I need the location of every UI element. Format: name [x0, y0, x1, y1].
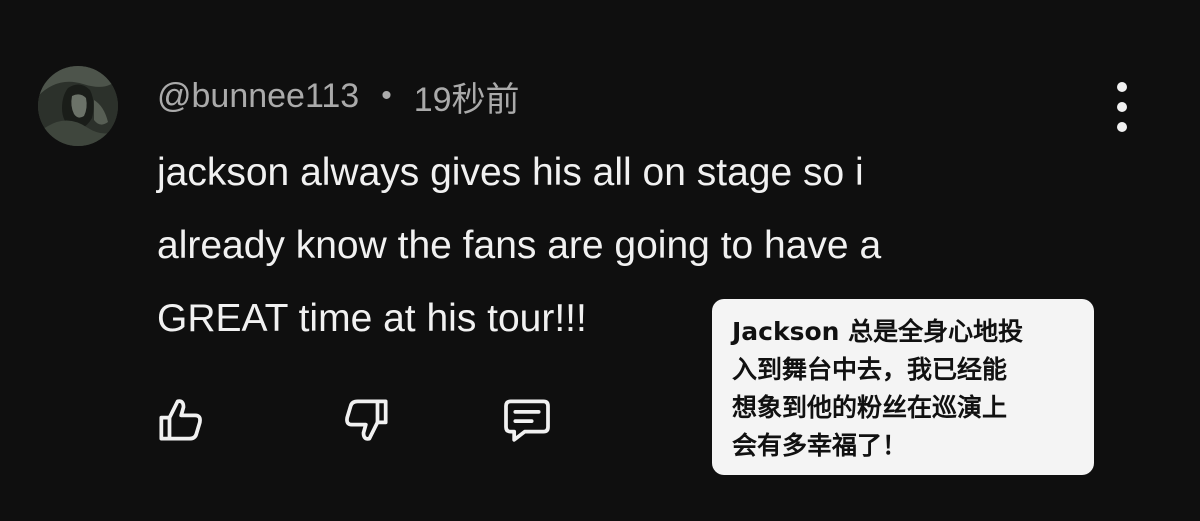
translation-line: Jackson 总是全身心地投 — [732, 317, 1024, 346]
thumbs-up-icon — [159, 399, 202, 441]
comment-reply-icon — [504, 399, 550, 442]
comment-meta: @bunnee113 • 19秒前 — [157, 72, 520, 120]
more-vertical-icon-dot-bottom — [1117, 122, 1127, 132]
comment-author[interactable]: @bunnee113 — [157, 77, 359, 116]
meta-separator: • — [381, 79, 392, 112]
more-vertical-icon-dot-top — [1117, 82, 1127, 92]
more-vertical-icon-dot-middle — [1117, 102, 1127, 112]
translation-line: 想象到他的粉丝在巡演上 — [732, 393, 1008, 422]
like-button[interactable] — [150, 390, 210, 450]
more-options-button[interactable] — [1102, 82, 1142, 132]
translation-line: 会有多幸福了！ — [732, 431, 908, 460]
avatar-image — [38, 66, 118, 146]
reply-button[interactable] — [497, 390, 557, 450]
translation-line: 入到舞台中去，我已经能 — [732, 355, 1008, 384]
translation-overlay: Jackson 总是全身心地投 入到舞台中去，我已经能 想象到他的粉丝在巡演上 … — [712, 299, 1094, 475]
comment-timestamp[interactable]: 19秒前 — [414, 72, 520, 121]
comment-text-line: already know the fans are going to have … — [157, 224, 882, 267]
avatar[interactable] — [38, 66, 118, 146]
dislike-button[interactable] — [337, 390, 397, 450]
comment-text-line: jackson always gives his all on stage so… — [157, 151, 864, 194]
thumbs-down-icon — [345, 399, 388, 441]
